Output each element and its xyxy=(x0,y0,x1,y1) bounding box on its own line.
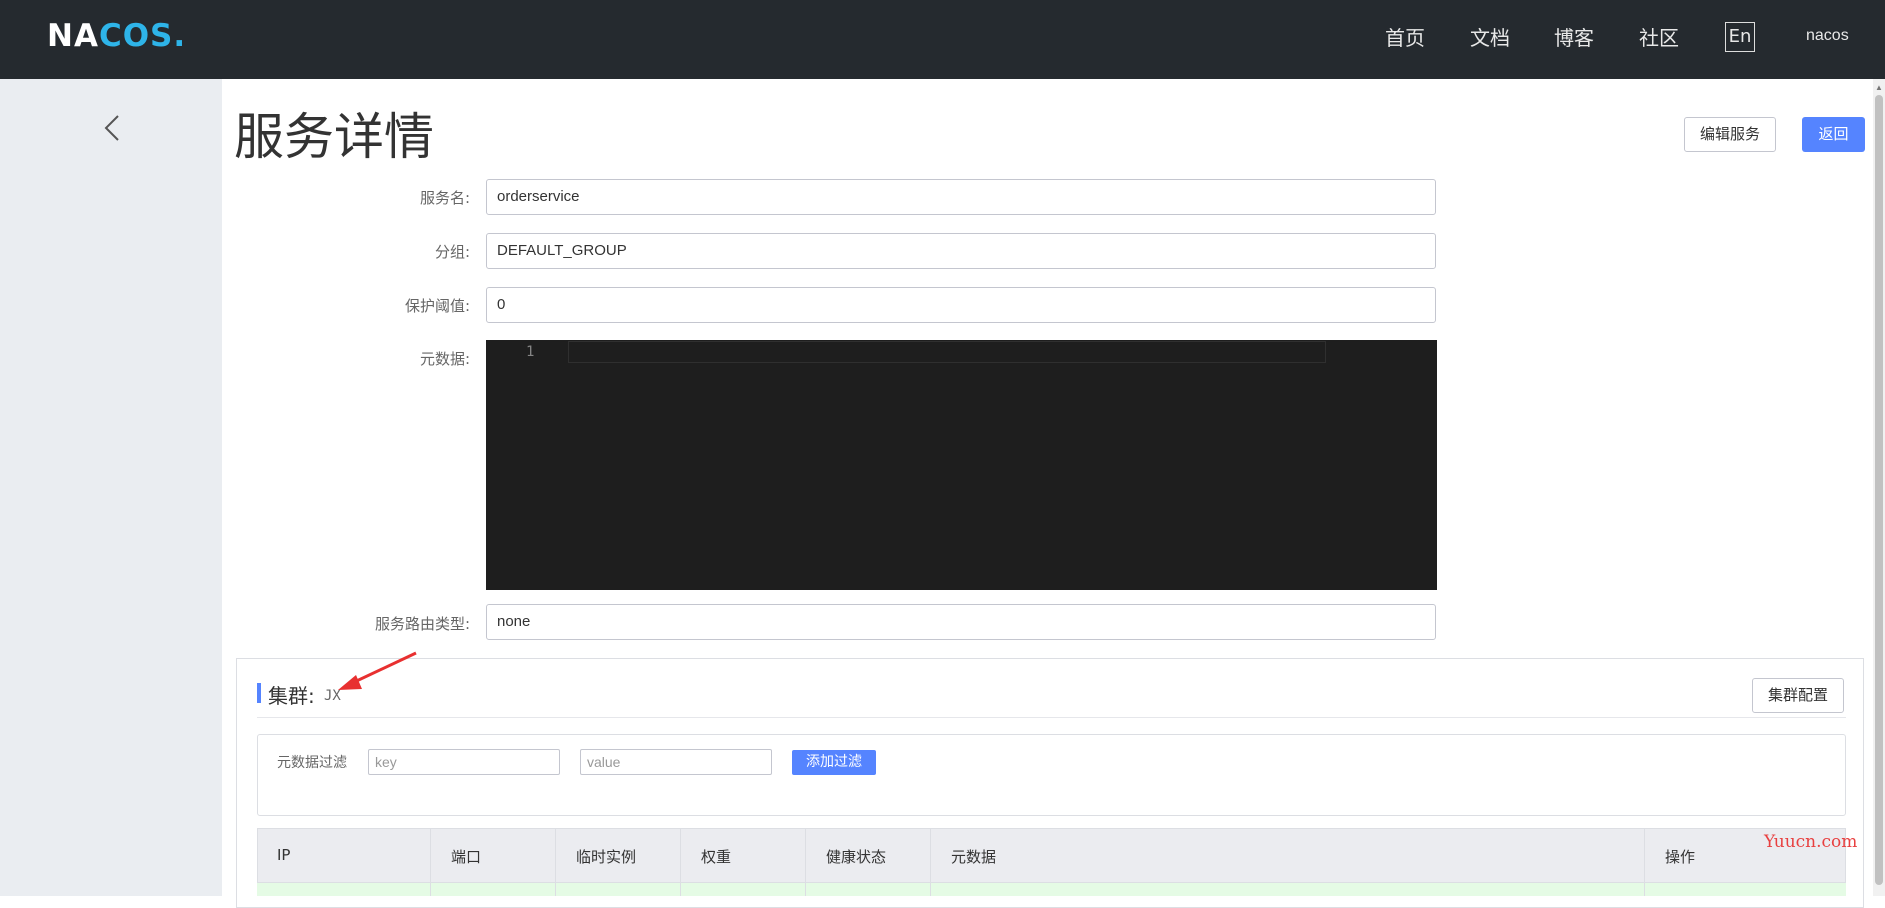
metadata-editor[interactable]: 1 xyxy=(486,340,1437,590)
metadata-label: 元数据: xyxy=(419,350,470,368)
cluster-config-button[interactable]: 集群配置 xyxy=(1752,678,1844,713)
logo-text-dot: . xyxy=(173,18,187,54)
table-row xyxy=(257,883,1846,896)
sidebar xyxy=(0,79,222,896)
nav-community[interactable]: 社区 xyxy=(1639,22,1679,51)
back-button[interactable]: 返回 xyxy=(1802,117,1865,152)
annotation-arrow-icon xyxy=(338,651,417,690)
metadata-filter-label: 元数据过滤 xyxy=(277,755,347,771)
column-divider xyxy=(680,829,681,896)
instance-table-header xyxy=(257,828,1846,883)
add-filter-button[interactable]: 添加过滤 xyxy=(792,750,876,775)
logo-text-cos: COS xyxy=(98,18,174,54)
scrollbar[interactable]: ▲ xyxy=(1873,79,1885,896)
filter-key-input[interactable]: key xyxy=(368,749,560,775)
column-header-metadata: 元数据 xyxy=(951,848,997,866)
column-divider xyxy=(1644,829,1645,896)
column-header-health: 健康状态 xyxy=(826,848,887,866)
column-divider xyxy=(555,829,556,896)
column-header-weight: 权重 xyxy=(701,848,732,866)
nav-docs[interactable]: 文档 xyxy=(1470,22,1510,51)
column-header-port: 端口 xyxy=(451,848,482,866)
column-divider xyxy=(430,829,431,896)
watermark-text: Yuucn.com xyxy=(1764,832,1858,852)
column-divider xyxy=(805,829,806,896)
nav-home[interactable]: 首页 xyxy=(1385,22,1425,51)
nacos-logo[interactable]: NACOS. xyxy=(47,18,186,54)
scrollbar-thumb[interactable] xyxy=(1875,95,1883,885)
cluster-title-accent xyxy=(257,683,261,703)
chevron-left-icon[interactable] xyxy=(100,113,124,143)
protect-threshold-label: 保护阈值: xyxy=(404,297,470,315)
nav-blog[interactable]: 博客 xyxy=(1554,22,1594,51)
service-name-field[interactable]: orderservice xyxy=(486,179,1436,215)
editor-current-line xyxy=(568,341,1326,363)
scroll-up-icon[interactable]: ▲ xyxy=(1875,83,1883,92)
page-title: 服务详情 xyxy=(234,108,434,166)
cluster-title: 集群: xyxy=(268,684,315,708)
language-switch-button[interactable]: En xyxy=(1725,22,1755,52)
column-header-operation: 操作 xyxy=(1665,848,1696,866)
group-label: 分组: xyxy=(434,243,470,261)
column-header-ephemeral: 临时实例 xyxy=(576,848,637,866)
column-divider xyxy=(930,829,931,896)
editor-line-number: 1 xyxy=(526,344,535,360)
service-name-label: 服务名: xyxy=(419,189,470,207)
logo-text-na: NA xyxy=(47,18,99,54)
selector-type-field[interactable]: none xyxy=(486,604,1436,640)
metadata-filter-box xyxy=(257,734,1846,816)
selector-type-label: 服务路由类型: xyxy=(374,615,470,633)
protect-threshold-field[interactable]: 0 xyxy=(486,287,1436,323)
top-navbar: NACOS. 首页 文档 博客 社区 En nacos xyxy=(0,0,1885,79)
edit-service-button[interactable]: 编辑服务 xyxy=(1684,117,1776,152)
username[interactable]: nacos xyxy=(1806,27,1849,45)
group-field[interactable]: DEFAULT_GROUP xyxy=(486,233,1436,269)
filter-value-input[interactable]: value xyxy=(580,749,772,775)
divider xyxy=(257,717,1846,718)
column-header-ip: IP xyxy=(277,846,291,864)
